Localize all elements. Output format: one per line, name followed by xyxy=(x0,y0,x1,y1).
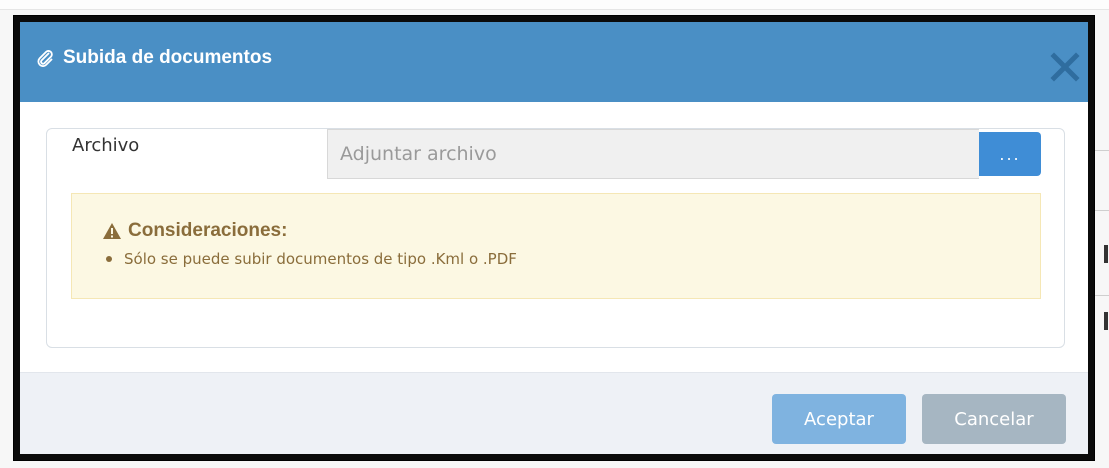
dialog-title: Subida de documentos xyxy=(36,44,272,72)
warning-icon xyxy=(102,222,122,240)
background-divider xyxy=(1095,150,1109,151)
list-item-text: Sólo se puede subir documentos de tipo .… xyxy=(124,250,517,268)
bullet-icon xyxy=(106,256,112,262)
file-label: Archivo xyxy=(72,135,140,156)
background-top-bar xyxy=(0,0,1109,10)
background-divider xyxy=(1095,210,1109,211)
alert-title-text: Consideraciones: xyxy=(128,220,288,241)
accept-button[interactable]: Aceptar xyxy=(772,394,906,444)
dialog-body: Archivo ... Consideraciones: xyxy=(20,102,1088,372)
paperclip-icon xyxy=(36,49,54,68)
dialog-footer: Aceptar Cancelar xyxy=(20,372,1088,454)
dialog-header: Subida de documentos xyxy=(20,22,1088,102)
background-mark xyxy=(1104,312,1108,330)
cancel-button[interactable]: Cancelar xyxy=(922,394,1066,444)
upload-panel: Archivo ... Consideraciones: xyxy=(46,128,1065,348)
close-icon[interactable] xyxy=(1050,52,1080,82)
file-input[interactable] xyxy=(327,129,979,179)
background-mark xyxy=(1104,245,1108,263)
alert-title: Consideraciones: xyxy=(102,220,287,242)
browse-button[interactable]: ... xyxy=(979,132,1041,176)
considerations-alert: Consideraciones: Sólo se puede subir doc… xyxy=(71,193,1041,299)
dialog-title-text: Subida de documentos xyxy=(63,47,273,68)
background-divider xyxy=(1095,295,1109,296)
list-item: Sólo se puede subir documentos de tipo .… xyxy=(106,250,517,268)
alert-list: Sólo se puede subir documentos de tipo .… xyxy=(106,250,517,268)
upload-dialog: Subida de documentos Archivo ... xyxy=(14,16,1094,460)
